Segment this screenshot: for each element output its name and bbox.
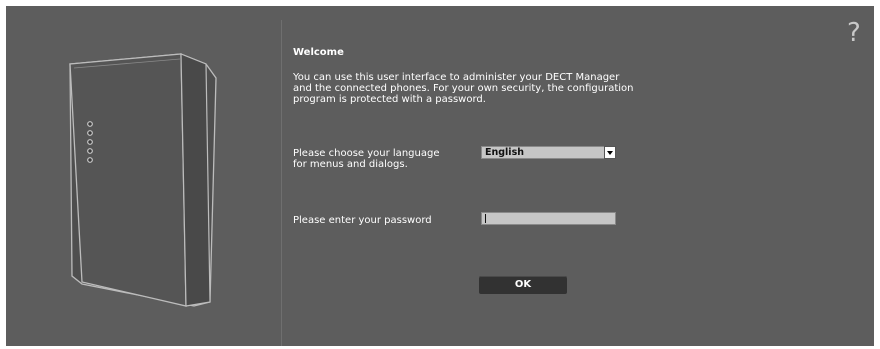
welcome-text-line: You can use this user interface to admin… <box>293 72 620 83</box>
welcome-text: You can use this user interface to admin… <box>293 72 713 105</box>
language-label-line: Please choose your language <box>293 148 440 159</box>
language-select-value: English <box>485 147 524 158</box>
language-label: Please choose your language for menus an… <box>293 148 473 170</box>
text-caret <box>485 214 486 223</box>
device-illustration-panel <box>6 6 281 346</box>
password-field[interactable] <box>481 212 616 225</box>
panel-divider <box>281 20 282 346</box>
language-select[interactable]: English <box>481 146 616 159</box>
chevron-down-icon[interactable] <box>604 146 616 159</box>
welcome-text-line: program is protected with a password. <box>293 94 486 105</box>
login-panel: ? Welcome You can use this user interfac… <box>6 6 874 346</box>
ok-button[interactable]: OK <box>479 276 567 294</box>
help-icon[interactable]: ? <box>847 18 861 48</box>
password-label: Please enter your password <box>293 215 432 226</box>
welcome-title: Welcome <box>293 47 344 58</box>
dect-base-station-illustration <box>69 53 217 307</box>
language-label-line: for menus and dialogs. <box>293 159 408 170</box>
welcome-text-line: and the connected phones. For your own s… <box>293 83 634 94</box>
